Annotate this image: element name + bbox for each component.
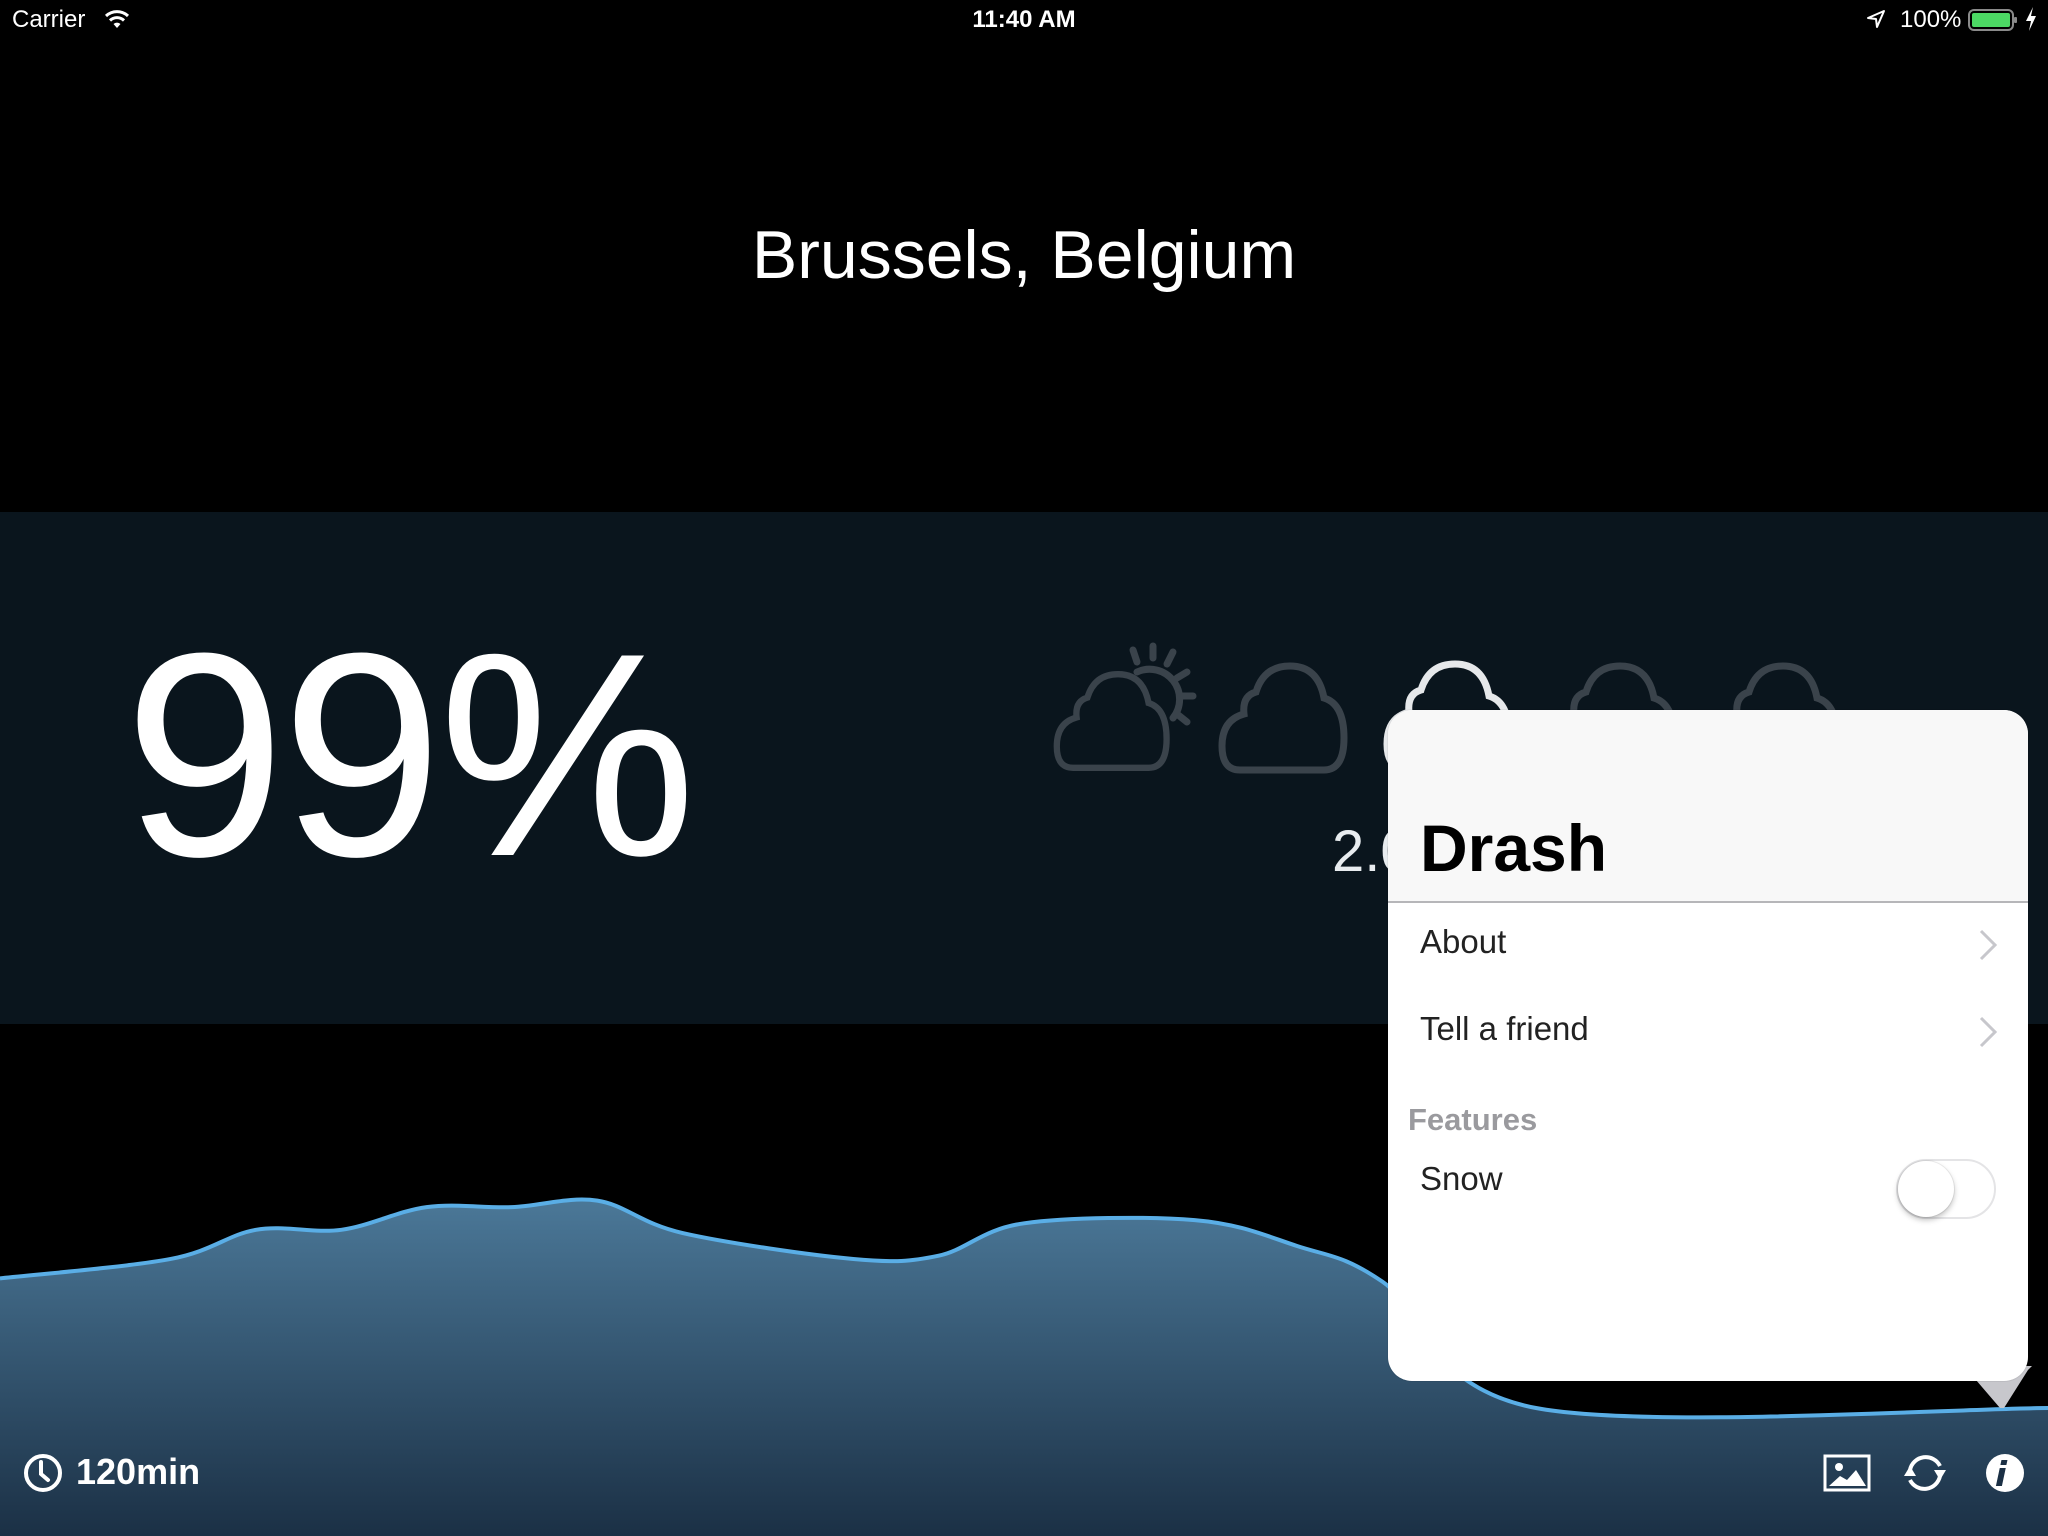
image-icon [1823,1454,1871,1492]
light-rain-icon [1222,666,1344,788]
image-button[interactable] [1822,1448,1872,1498]
info-button[interactable] [1980,1448,2030,1498]
precipitation-chance: 99% [124,593,696,917]
status-time: 11:40 AM [972,6,1076,33]
menu-item-label: About [1420,923,1507,960]
battery-percent: 100% [1900,6,1962,33]
clock-icon [24,1454,62,1492]
section-header-features: Features [1408,1102,1538,1137]
popover-header: Drash [1388,710,2028,903]
popover-title: Drash [1420,811,1608,885]
duration-label[interactable]: 120min [76,1451,200,1493]
toggle-label: Snow [1420,1160,1503,1197]
bottom-toolbar [0,1436,2048,1536]
toggle-row-snow: Snow [1388,1140,2028,1226]
menu-item-label: Tell a friend [1420,1010,1589,1047]
refresh-icon [1904,1455,1946,1491]
settings-popover: Drash About Tell a friend Features Snow [1388,710,2028,1381]
chevron-right-icon [1979,929,1998,961]
status-bar: Carrier 11:40 AM 100% [0,0,2048,42]
info-icon [1986,1454,2024,1492]
menu-item-tell-a-friend[interactable]: Tell a friend [1388,990,2028,1076]
toggle-knob [1898,1161,1954,1217]
menu-item-about[interactable]: About [1388,903,2028,989]
charging-bolt-icon [2026,7,2036,31]
location-arrow-icon [1867,10,1885,28]
refresh-button[interactable] [1900,1448,1950,1498]
battery-icon [1968,9,2017,31]
chevron-right-icon [1979,1016,1998,1048]
snow-toggle[interactable] [1896,1159,1996,1219]
location-title: Brussels, Belgium [751,217,1297,293]
partly-cloudy-icon [1057,642,1197,768]
